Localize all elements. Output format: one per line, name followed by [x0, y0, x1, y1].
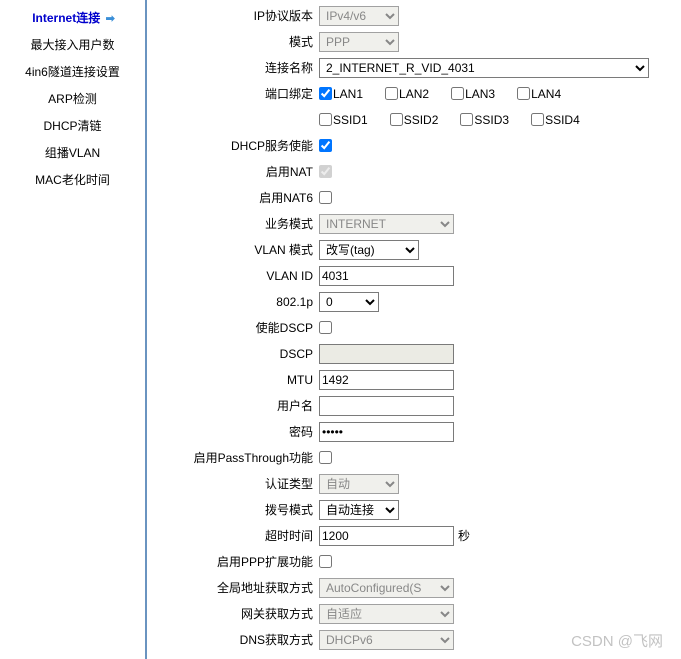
sidebar: Internet连接 ➡ 最大接入用户数 4in6隧道连接设置 ARP检测 DH… — [0, 0, 145, 659]
port-bind-lan4[interactable]: LAN4 — [517, 87, 561, 101]
timeout-label: 超时时间 — [151, 527, 319, 544]
mode-select[interactable]: PPP — [319, 32, 399, 52]
username-label: 用户名 — [151, 397, 319, 414]
port-bind-ssid3[interactable]: SSID3 — [460, 113, 509, 127]
8021p-label: 802.1p — [151, 295, 319, 309]
nat-checkbox[interactable] — [319, 165, 332, 178]
dns-select[interactable]: DHCPv6 — [319, 630, 454, 650]
arrow-right-icon: ➡ — [106, 13, 115, 25]
dial-mode-label: 拨号模式 — [151, 501, 319, 518]
nat6-label: 启用NAT6 — [151, 189, 319, 206]
ppp-ext-checkbox[interactable] — [319, 555, 332, 568]
dial-mode-select[interactable]: 自动连接 — [319, 500, 399, 520]
sidebar-item-dhcp-clear[interactable]: DHCP清链 — [0, 112, 145, 139]
ip-version-label: IP协议版本 — [151, 7, 319, 24]
biz-mode-label: 业务模式 — [151, 215, 319, 232]
ppp-ext-label: 启用PPP扩展功能 — [151, 553, 319, 570]
form-area: IP协议版本 IPv4/v6 模式 PPP 连接名称 2_INTERNET_R_… — [147, 0, 681, 659]
sidebar-item-label: 组播VLAN — [45, 146, 100, 160]
sidebar-item-mac-aging[interactable]: MAC老化时间 — [0, 166, 145, 193]
global-addr-label: 全局地址获取方式 — [151, 579, 319, 596]
lan4-checkbox[interactable] — [517, 87, 530, 100]
vlan-mode-select[interactable]: 改写(tag) — [319, 240, 419, 260]
sidebar-item-max-users[interactable]: 最大接入用户数 — [0, 31, 145, 58]
mode-label: 模式 — [151, 33, 319, 50]
timeout-input[interactable] — [319, 526, 454, 546]
vlan-id-label: VLAN ID — [151, 269, 319, 283]
dhcp-enable-label: DHCP服务使能 — [151, 137, 319, 154]
conn-name-label: 连接名称 — [151, 59, 319, 76]
nat6-checkbox[interactable] — [319, 191, 332, 204]
ssid4-checkbox[interactable] — [531, 113, 544, 126]
dscp-enable-label: 使能DSCP — [151, 319, 319, 336]
dhcp-enable-checkbox[interactable] — [319, 139, 332, 152]
sidebar-item-label: 4in6隧道连接设置 — [25, 65, 120, 79]
port-bind-label: 端口绑定 — [151, 85, 319, 102]
port-bind-ssid1[interactable]: SSID1 — [319, 113, 368, 127]
lan1-checkbox[interactable] — [319, 87, 332, 100]
ssid2-checkbox[interactable] — [390, 113, 403, 126]
sidebar-item-label: Internet连接 — [32, 11, 100, 25]
dns-label: DNS获取方式 — [151, 631, 319, 648]
8021p-select[interactable]: 0 — [319, 292, 379, 312]
port-bind-ssid4[interactable]: SSID4 — [531, 113, 580, 127]
mtu-label: MTU — [151, 373, 319, 387]
mtu-input[interactable] — [319, 370, 454, 390]
port-bind-lan3[interactable]: LAN3 — [451, 87, 495, 101]
password-label: 密码 — [151, 423, 319, 440]
ip-version-select[interactable]: IPv4/v6 — [319, 6, 399, 26]
sidebar-item-label: 最大接入用户数 — [30, 38, 114, 52]
sidebar-item-internet-conn[interactable]: Internet连接 ➡ — [0, 4, 145, 31]
biz-mode-select[interactable]: INTERNET — [319, 214, 454, 234]
auth-type-label: 认证类型 — [151, 475, 319, 492]
username-input[interactable] — [319, 396, 454, 416]
sidebar-item-label: ARP检测 — [48, 92, 97, 106]
vlan-id-input[interactable] — [319, 266, 454, 286]
sidebar-item-arp-detect[interactable]: ARP检测 — [0, 85, 145, 112]
port-bind-ssid2[interactable]: SSID2 — [390, 113, 439, 127]
dscp-input[interactable] — [319, 344, 454, 364]
vlan-mode-label: VLAN 模式 — [151, 241, 319, 258]
gateway-select[interactable]: 自适应 — [319, 604, 454, 624]
sidebar-item-label: MAC老化时间 — [35, 173, 110, 187]
global-addr-select[interactable]: AutoConfigured(S — [319, 578, 454, 598]
lan3-checkbox[interactable] — [451, 87, 464, 100]
port-bind-lan1[interactable]: LAN1 — [319, 87, 363, 101]
lan2-checkbox[interactable] — [385, 87, 398, 100]
sidebar-item-label: DHCP清链 — [43, 119, 101, 133]
ssid1-checkbox[interactable] — [319, 113, 332, 126]
port-bind-lan2[interactable]: LAN2 — [385, 87, 429, 101]
timeout-unit: 秒 — [458, 527, 470, 544]
dscp-enable-checkbox[interactable] — [319, 321, 332, 334]
auth-type-select[interactable]: 自动 — [319, 474, 399, 494]
ssid3-checkbox[interactable] — [460, 113, 473, 126]
passthrough-checkbox[interactable] — [319, 451, 332, 464]
password-input[interactable] — [319, 422, 454, 442]
sidebar-item-multicast-vlan[interactable]: 组播VLAN — [0, 139, 145, 166]
dscp-label: DSCP — [151, 347, 319, 361]
gateway-label: 网关获取方式 — [151, 605, 319, 622]
conn-name-select[interactable]: 2_INTERNET_R_VID_4031 — [319, 58, 649, 78]
nat-label: 启用NAT — [151, 163, 319, 180]
sidebar-item-4in6-tunnel[interactable]: 4in6隧道连接设置 — [0, 58, 145, 85]
passthrough-label: 启用PassThrough功能 — [151, 449, 319, 466]
